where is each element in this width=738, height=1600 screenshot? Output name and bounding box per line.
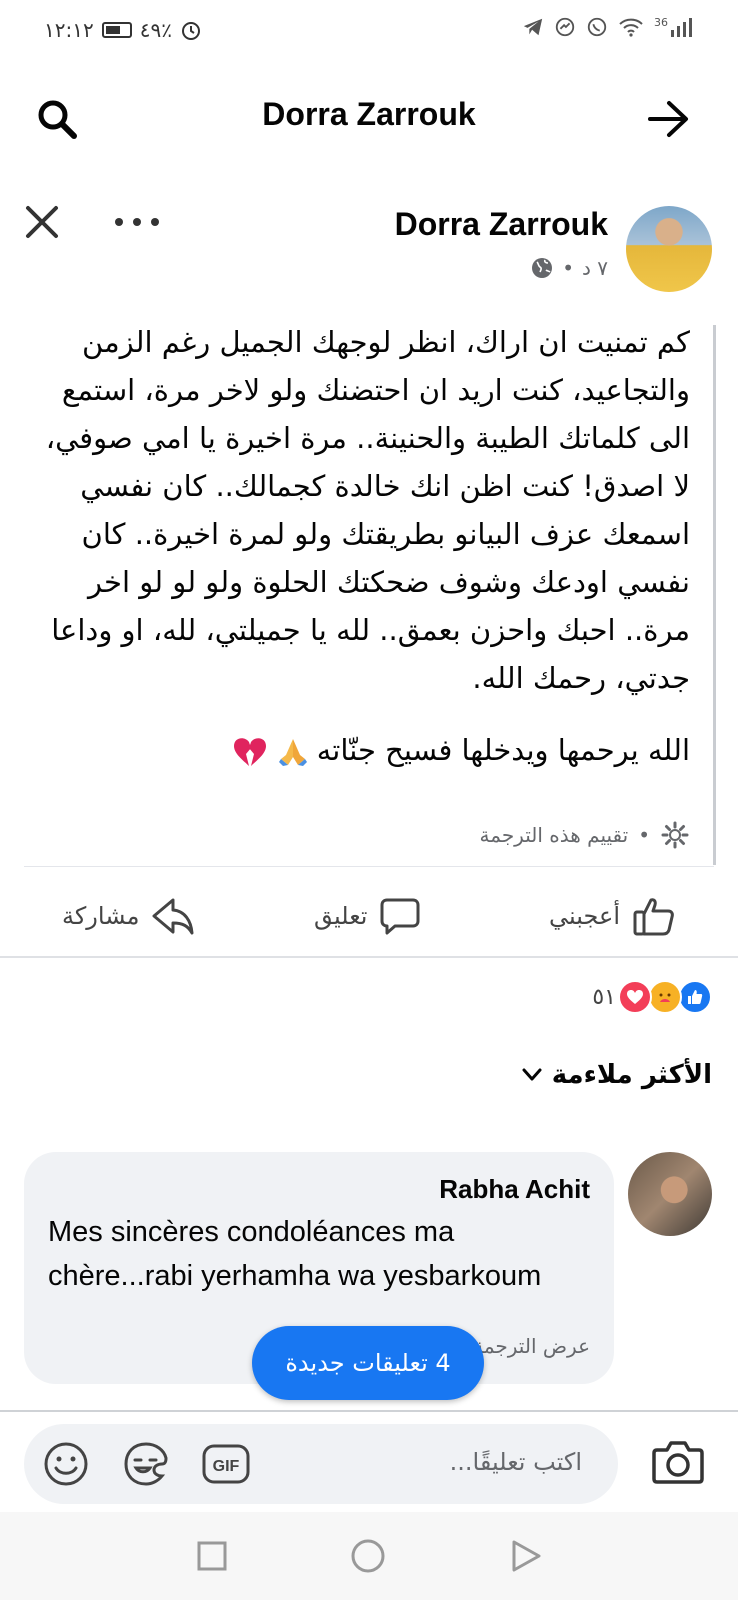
battery-icon: [101, 22, 132, 38]
more-dot: [115, 218, 123, 226]
alarm-icon: [181, 22, 200, 40]
comment-composer: اكتب تعليقًا... GIF: [0, 1412, 738, 1512]
comment-label: تعليق: [314, 902, 368, 930]
translation-border: [713, 325, 716, 865]
network-type: 36: [654, 15, 668, 29]
chevron-down-icon: [522, 1068, 542, 1081]
gear-icon: [661, 821, 689, 849]
post-body: كم تمنيت ان اراك، انظر لوجهك الجميل رغم …: [30, 318, 690, 774]
see-translation-link[interactable]: عرض الترجمة: [473, 1334, 590, 1358]
page-title: Dorra Zarrouk: [262, 96, 476, 132]
sticker-button[interactable]: [120, 1438, 172, 1490]
emoji-button[interactable]: [40, 1438, 92, 1490]
share-label: مشاركة: [62, 902, 140, 930]
wifi-icon: [619, 18, 643, 37]
comment-placeholder: اكتب تعليقًا...: [449, 1448, 582, 1476]
back-nav-button[interactable]: [506, 1536, 546, 1576]
square-icon: [197, 1541, 227, 1571]
more-dot: [133, 218, 141, 226]
whatsapp-icon: [587, 17, 607, 37]
status-right: 36: [522, 16, 692, 38]
care-reaction-icon: [648, 980, 682, 1014]
author-avatar[interactable]: [626, 206, 712, 292]
post-header: Dorra Zarrouk ٧ د •: [0, 190, 738, 300]
post-meta: ٧ د •: [530, 256, 608, 280]
camera-icon: [652, 1441, 704, 1484]
status-bar: ١٢:١٢ ٤٩٪ 36: [0, 0, 738, 62]
status-left: ١٢:١٢ ٤٩٪: [44, 18, 202, 42]
recents-button[interactable]: [192, 1536, 232, 1576]
home-button[interactable]: [348, 1536, 388, 1576]
like-label: أعجبني: [549, 902, 620, 930]
status-time: ١٢:١٢: [44, 18, 94, 42]
sticker-icon: [124, 1442, 168, 1486]
svg-text:GIF: GIF: [213, 1458, 240, 1475]
telegram-icon: [523, 18, 543, 36]
post-paragraph: كم تمنيت ان اراك، انظر لوجهك الجميل رغم …: [45, 325, 690, 695]
circle-icon: [351, 1539, 385, 1573]
post-paragraph: الله يرحمها ويدخلها فسيح جنّاته: [316, 733, 690, 767]
share-button[interactable]: مشاركة: [62, 886, 195, 946]
broken-heart-icon: [234, 738, 267, 766]
globe-icon: [532, 258, 553, 278]
comment-input[interactable]: اكتب تعليقًا... GIF: [24, 1424, 618, 1504]
more-options-button[interactable]: [115, 202, 159, 242]
top-app-bar: Dorra Zarrouk: [0, 72, 738, 162]
system-nav-bar: [0, 1512, 738, 1600]
meta-separator: •: [638, 823, 650, 847]
translation-rating-row[interactable]: • تقييم هذه الترجمة: [480, 820, 690, 850]
praying-hands-icon: [278, 739, 307, 766]
sort-label: الأكثر ملاءمة: [551, 1060, 712, 1090]
comment-text: Mes sincères condoléances ma chère...rab…: [48, 1216, 542, 1292]
back-button[interactable]: [644, 94, 694, 144]
comment-sort-dropdown[interactable]: الأكثر ملاءمة: [522, 1060, 712, 1090]
more-dot: [151, 218, 159, 226]
messenger-icon: [555, 17, 575, 37]
smiley-icon: [44, 1442, 88, 1486]
close-icon: [26, 206, 58, 238]
like-button[interactable]: أعجبني: [549, 886, 676, 946]
close-button[interactable]: [22, 202, 62, 242]
comment-button[interactable]: تعليق: [314, 886, 421, 946]
gif-icon: GIF: [202, 1444, 250, 1484]
camera-button[interactable]: [648, 1432, 708, 1492]
thumbs-up-icon: [633, 898, 674, 936]
comment-icon: [380, 898, 420, 935]
reactions-count: ٥١: [592, 984, 616, 1010]
post-time[interactable]: ٧ د: [582, 256, 608, 280]
post-actions: أعجبني تعليق مشاركة: [0, 876, 738, 956]
triangle-icon: [512, 1540, 541, 1572]
divider: [24, 866, 714, 867]
comment-author[interactable]: Rabha Achit: [439, 1174, 590, 1205]
reactions-summary[interactable]: ٥١: [582, 980, 712, 1014]
meta-separator: •: [562, 256, 574, 280]
like-reaction-icon: [678, 980, 712, 1014]
post-paragraph-2-row: الله يرحمها ويدخلها فسيح جنّاته: [30, 726, 690, 774]
arrow-right-icon: [648, 101, 688, 137]
love-reaction-icon: [618, 980, 652, 1014]
share-icon: [152, 898, 194, 935]
commenter-avatar[interactable]: [628, 1152, 712, 1236]
post-author-name[interactable]: Dorra Zarrouk: [395, 206, 608, 243]
rate-translation-link[interactable]: تقييم هذه الترجمة: [480, 823, 629, 847]
divider: [0, 956, 738, 958]
new-comments-pill[interactable]: 4 تعليقات جديدة: [252, 1326, 484, 1400]
gif-button[interactable]: GIF: [200, 1438, 252, 1490]
signal-icon: [671, 18, 692, 37]
battery-percent: ٤٩٪: [139, 18, 172, 42]
